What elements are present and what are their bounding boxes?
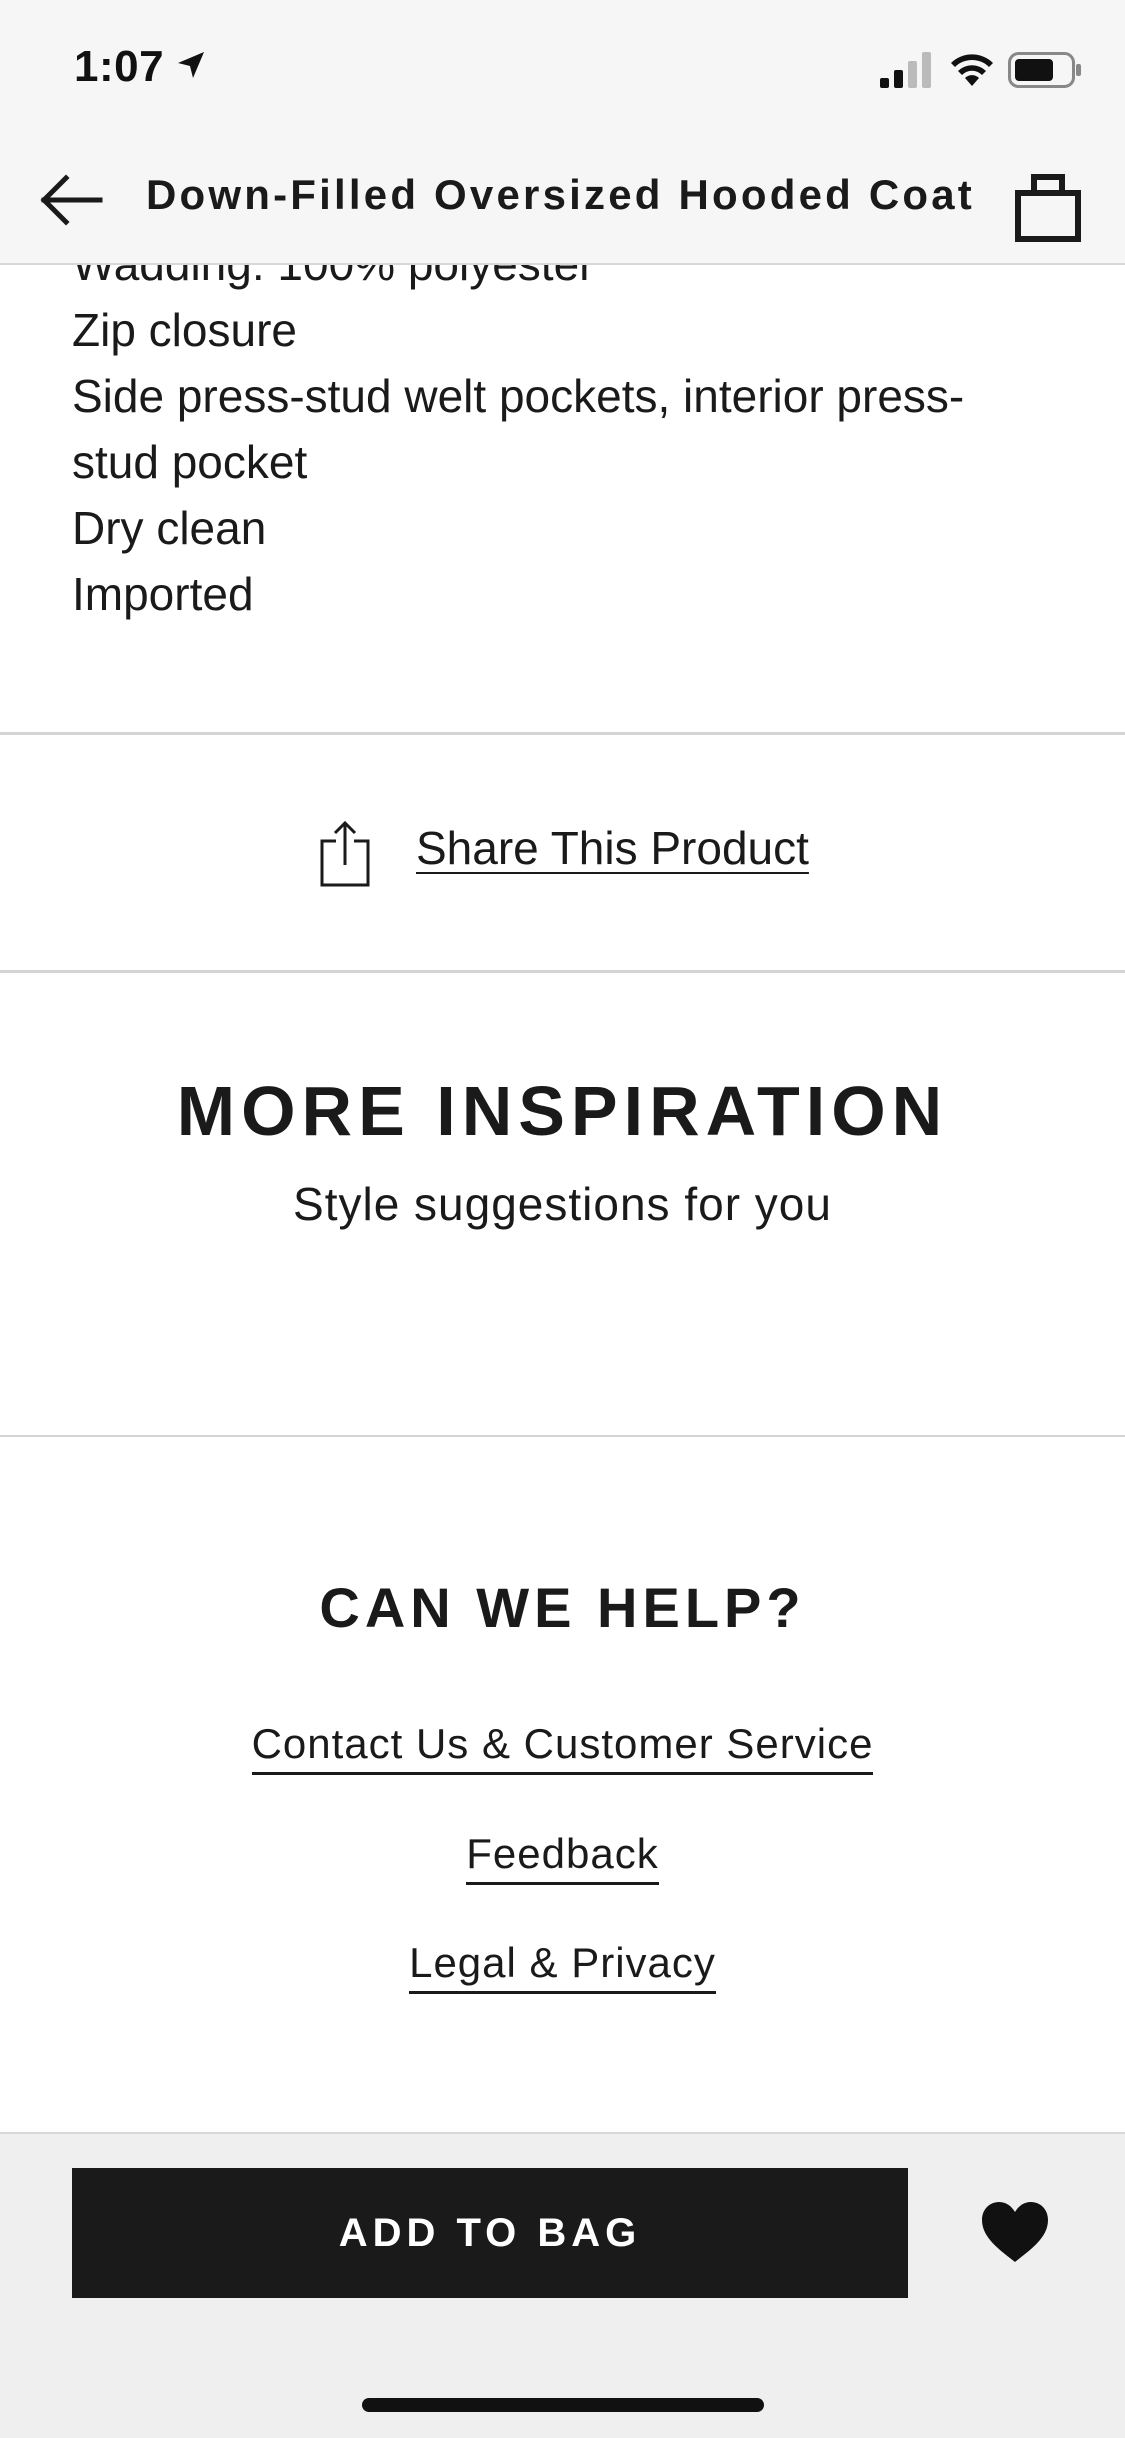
battery-icon: [1008, 52, 1081, 88]
detail-line: Imported: [72, 568, 254, 620]
legal-privacy-link[interactable]: Legal & Privacy: [0, 1939, 1125, 1994]
detail-line: stud pocket: [72, 436, 308, 488]
feedback-link-label[interactable]: Feedback: [466, 1830, 659, 1885]
detail-line: Zip closure: [72, 304, 297, 356]
navigation-header: Down-Filled Oversized Hooded Coat: [0, 135, 1125, 265]
detail-line: Side press-stud welt pockets, interior p…: [72, 370, 965, 422]
home-indicator: [362, 2398, 764, 2412]
contact-us-link[interactable]: Contact Us & Customer Service: [0, 1720, 1125, 1775]
add-to-bag-button[interactable]: ADD TO BAG: [72, 2168, 908, 2298]
bottom-action-bar: ADD TO BAG: [0, 2132, 1125, 2438]
shopping-bag-icon[interactable]: [1010, 163, 1094, 247]
share-icon[interactable]: [318, 819, 374, 889]
help-title: CAN WE HELP?: [319, 1576, 806, 1639]
share-row[interactable]: Share This Product: [0, 735, 1125, 971]
product-details: Wadding: 100% polyester Zip closure Side…: [0, 265, 1125, 735]
back-arrow-icon[interactable]: [30, 160, 120, 240]
feedback-link[interactable]: Feedback: [0, 1830, 1125, 1885]
inspiration-subtitle: Style suggestions for you: [293, 1178, 832, 1230]
more-inspiration-section: MORE INSPIRATION Style suggestions for y…: [0, 973, 1125, 1437]
inspiration-title: MORE INSPIRATION: [176, 1072, 949, 1150]
share-product-link[interactable]: Share This Product: [416, 821, 809, 875]
status-time: 1:07: [74, 42, 165, 91]
cellular-signal-icon: [880, 52, 931, 88]
wifi-icon: [951, 54, 993, 86]
page-title: Down-Filled Oversized Hooded Coat: [146, 171, 975, 218]
location-arrow-icon: [178, 52, 204, 78]
product-details-list: Wadding: 100% polyester Zip closure Side…: [72, 265, 1072, 627]
detail-line: Wadding: 100% polyester: [72, 265, 1072, 297]
legal-privacy-link-label[interactable]: Legal & Privacy: [409, 1939, 716, 1994]
heart-icon[interactable]: [980, 2200, 1050, 2266]
contact-us-link-label[interactable]: Contact Us & Customer Service: [251, 1720, 874, 1775]
detail-line: Dry clean: [72, 502, 267, 554]
status-bar: 1:07: [0, 0, 1125, 135]
